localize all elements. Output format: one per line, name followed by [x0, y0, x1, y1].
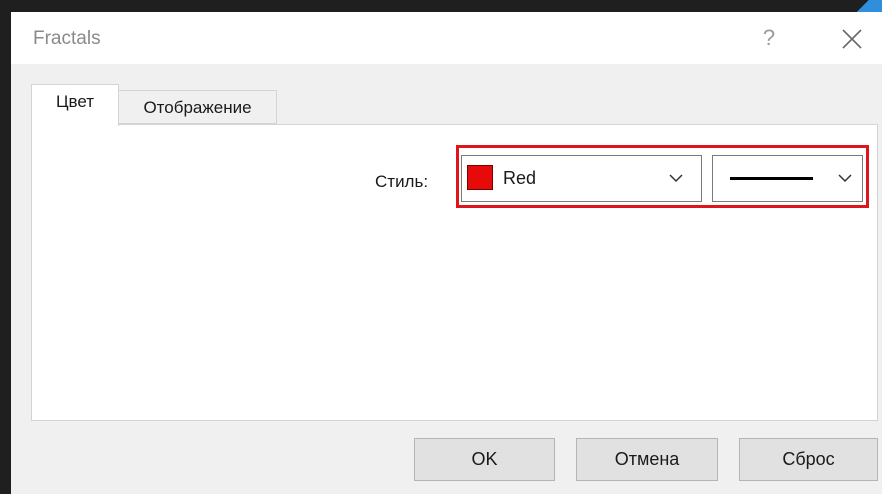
question-mark-icon[interactable]: ?	[757, 24, 781, 52]
line-style-select[interactable]	[712, 155, 863, 202]
background-window-corner	[852, 0, 882, 12]
close-icon[interactable]	[839, 26, 865, 52]
color-select-value: Red	[503, 168, 537, 188]
reset-button[interactable]: Сброс	[739, 438, 878, 481]
chevron-down-icon[interactable]	[667, 170, 685, 186]
window-title: Fractals	[33, 28, 101, 49]
tab-color[interactable]: Цвет	[31, 84, 119, 126]
color-swatch	[467, 165, 493, 190]
title-bar[interactable]: Fractals ?	[11, 12, 882, 64]
cancel-button[interactable]: Отмена	[576, 438, 718, 481]
tab-display[interactable]: Отображение	[119, 90, 277, 124]
window-top-edge	[0, 0, 882, 12]
style-label: Стиль:	[375, 172, 429, 191]
indicator-properties-dialog: Fractals ? Цвет Отображение Стиль: Red O…	[0, 0, 882, 494]
window-left-edge	[0, 0, 11, 494]
chevron-down-icon[interactable]	[836, 170, 854, 186]
color-select[interactable]: Red	[461, 155, 702, 202]
ok-button[interactable]: OK	[414, 438, 555, 481]
solid-line-sample	[730, 177, 813, 180]
